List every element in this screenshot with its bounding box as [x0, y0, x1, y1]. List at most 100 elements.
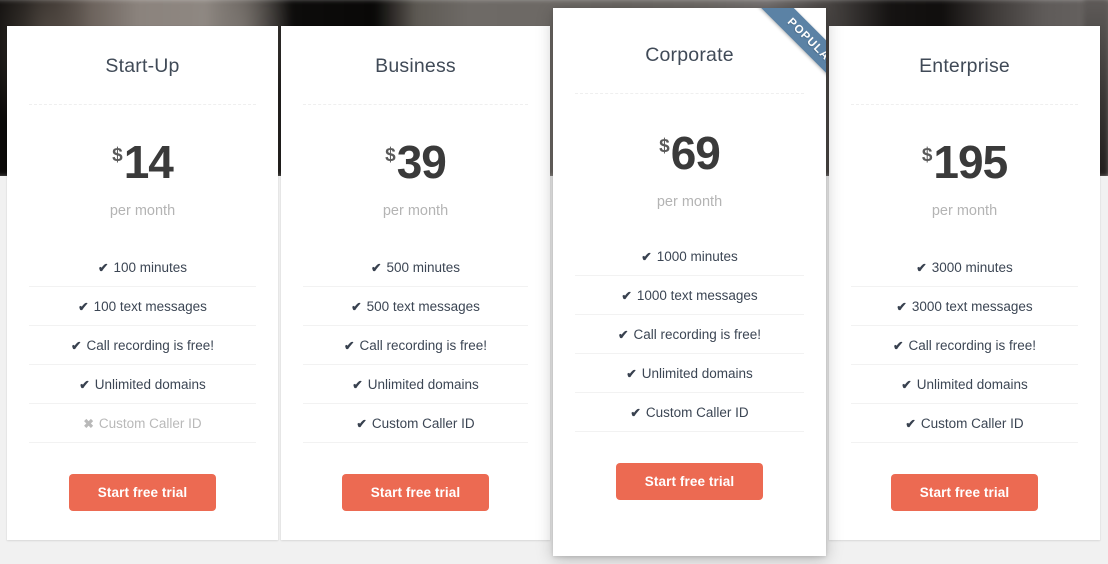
- feature-item: ✔ 1000 minutes: [575, 245, 804, 275]
- price-amount: 195: [933, 136, 1008, 188]
- feature-item: ✔ Custom Caller ID: [575, 392, 804, 431]
- check-icon: ✔: [892, 339, 904, 353]
- feature-item: ✔ 100 minutes: [29, 256, 256, 286]
- feature-label: Call recording is free!: [908, 338, 1037, 353]
- pricing-card-enterprise[interactable]: Enterprise $195 per month ✔ 3000 minutes …: [829, 26, 1100, 540]
- feature-label: Unlimited domains: [367, 377, 479, 392]
- cta-wrapper: Start free trial: [7, 443, 278, 511]
- feature-label: Custom Caller ID: [98, 416, 202, 431]
- feature-item: ✔ 1000 text messages: [575, 275, 804, 314]
- feature-item: ✔ Call recording is free!: [303, 325, 528, 364]
- check-icon: ✔: [896, 300, 907, 314]
- currency-symbol: $: [659, 136, 670, 157]
- plan-name: Corporate: [645, 44, 734, 66]
- feature-label: 500 text messages: [366, 299, 480, 314]
- billing-period: per month: [382, 203, 449, 219]
- cta-wrapper: Start free trial: [829, 443, 1100, 511]
- price-amount: 69: [670, 127, 721, 179]
- feature-label: 1000 minutes: [656, 249, 738, 264]
- feature-item: ✔ Call recording is free!: [575, 314, 804, 353]
- pricing-card-business[interactable]: Business $39 per month ✔ 500 minutes ✔ 500…: [281, 26, 550, 540]
- check-icon: ✔: [352, 378, 363, 392]
- price-amount: 14: [123, 136, 174, 188]
- feature-label: Call recording is free!: [86, 338, 215, 353]
- check-icon: ✔: [79, 378, 90, 392]
- check-icon: ✔: [630, 406, 641, 420]
- feature-list: ✔ 3000 minutes ✔ 3000 text messages ✔ Call …: [851, 256, 1078, 442]
- feature-item: ✔ 500 minutes: [303, 256, 528, 286]
- check-icon: ✔: [70, 339, 82, 353]
- feature-item: ✔ Call recording is free!: [29, 325, 256, 364]
- price-amount: 39: [396, 136, 447, 188]
- feature-label: Unlimited domains: [94, 377, 206, 392]
- feature-label: 500 minutes: [386, 260, 461, 275]
- feature-label: Unlimited domains: [641, 366, 753, 381]
- feature-list: ✔ 100 minutes ✔ 100 text messages ✔ Call re…: [29, 256, 256, 442]
- feature-item: ✔ 100 text messages: [29, 286, 256, 325]
- check-icon: ✔: [905, 417, 916, 431]
- check-icon: ✔: [916, 261, 927, 275]
- plan-name: Enterprise: [919, 55, 1010, 77]
- check-icon: ✔: [356, 417, 367, 431]
- feature-label: Call recording is free!: [633, 327, 762, 342]
- pricing-table: Start-Up $14 per month ✔ 100 minutes ✔ 100…: [0, 0, 1108, 564]
- currency-symbol: $: [112, 145, 123, 166]
- price-block: $14 per month: [7, 105, 278, 219]
- cta-wrapper: Start free trial: [553, 432, 826, 500]
- feature-item: ✔ 3000 text messages: [851, 286, 1078, 325]
- check-icon: ✔: [621, 289, 632, 303]
- price-block: $69 per month: [553, 94, 826, 210]
- check-icon: ✔: [343, 339, 355, 353]
- feature-item: ✔ Unlimited domains: [303, 364, 528, 403]
- pricing-card-corporate[interactable]: POPULAR Corporate $69 per month ✔ 1000 mi…: [553, 8, 826, 556]
- check-icon: ✔: [626, 367, 637, 381]
- check-icon: ✔: [901, 378, 912, 392]
- billing-period: per month: [931, 203, 998, 219]
- start-free-trial-button[interactable]: Start free trial: [890, 474, 1039, 511]
- plan-price: $195: [921, 136, 1008, 188]
- start-free-trial-button[interactable]: Start free trial: [341, 474, 490, 511]
- feature-item-disabled: ✖ Custom Caller ID: [29, 403, 256, 442]
- price-block: $39 per month: [281, 105, 550, 219]
- cta-wrapper: Start free trial: [281, 443, 550, 511]
- feature-item: ✔ Custom Caller ID: [851, 403, 1078, 442]
- currency-symbol: $: [385, 145, 396, 166]
- check-icon: ✔: [78, 300, 89, 314]
- pricing-card-start-up[interactable]: Start-Up $14 per month ✔ 100 minutes ✔ 100…: [7, 26, 278, 540]
- feature-list: ✔ 500 minutes ✔ 500 text messages ✔ Call re…: [303, 256, 528, 442]
- start-free-trial-button[interactable]: Start free trial: [68, 474, 217, 511]
- plan-price: $39: [385, 136, 447, 188]
- feature-label: Custom Caller ID: [645, 405, 749, 420]
- feature-item: ✔ Unlimited domains: [851, 364, 1078, 403]
- price-block: $195 per month: [829, 105, 1100, 219]
- check-icon: ✔: [351, 300, 362, 314]
- cross-icon: ✖: [83, 417, 94, 431]
- billing-period: per month: [656, 194, 723, 210]
- check-icon: ✔: [641, 250, 652, 264]
- feature-label: Custom Caller ID: [920, 416, 1024, 431]
- feature-item: ✔ 3000 minutes: [851, 256, 1078, 286]
- plan-price: $69: [659, 127, 721, 179]
- feature-label: 3000 text messages: [911, 299, 1033, 314]
- feature-label: Call recording is free!: [359, 338, 488, 353]
- check-icon: ✔: [97, 261, 109, 275]
- billing-period: per month: [109, 203, 176, 219]
- feature-item: ✔ Unlimited domains: [29, 364, 256, 403]
- feature-label: Custom Caller ID: [371, 416, 475, 431]
- check-icon: ✔: [617, 328, 629, 342]
- currency-symbol: $: [921, 145, 933, 166]
- feature-list: ✔ 1000 minutes ✔ 1000 text messages ✔ Call …: [575, 245, 804, 431]
- feature-item: ✔ 500 text messages: [303, 286, 528, 325]
- plan-price: $14: [112, 136, 174, 188]
- feature-label: 100 minutes: [113, 260, 188, 275]
- start-free-trial-button[interactable]: Start free trial: [615, 463, 764, 500]
- feature-item: ✔ Unlimited domains: [575, 353, 804, 392]
- feature-label: 1000 text messages: [636, 288, 758, 303]
- plan-name: Business: [375, 55, 456, 77]
- feature-label: 100 text messages: [93, 299, 207, 314]
- plan-name: Start-Up: [105, 55, 180, 77]
- check-icon: ✔: [370, 261, 382, 275]
- feature-item: ✔ Call recording is free!: [851, 325, 1078, 364]
- feature-label: 3000 minutes: [931, 260, 1013, 275]
- feature-label: Unlimited domains: [916, 377, 1028, 392]
